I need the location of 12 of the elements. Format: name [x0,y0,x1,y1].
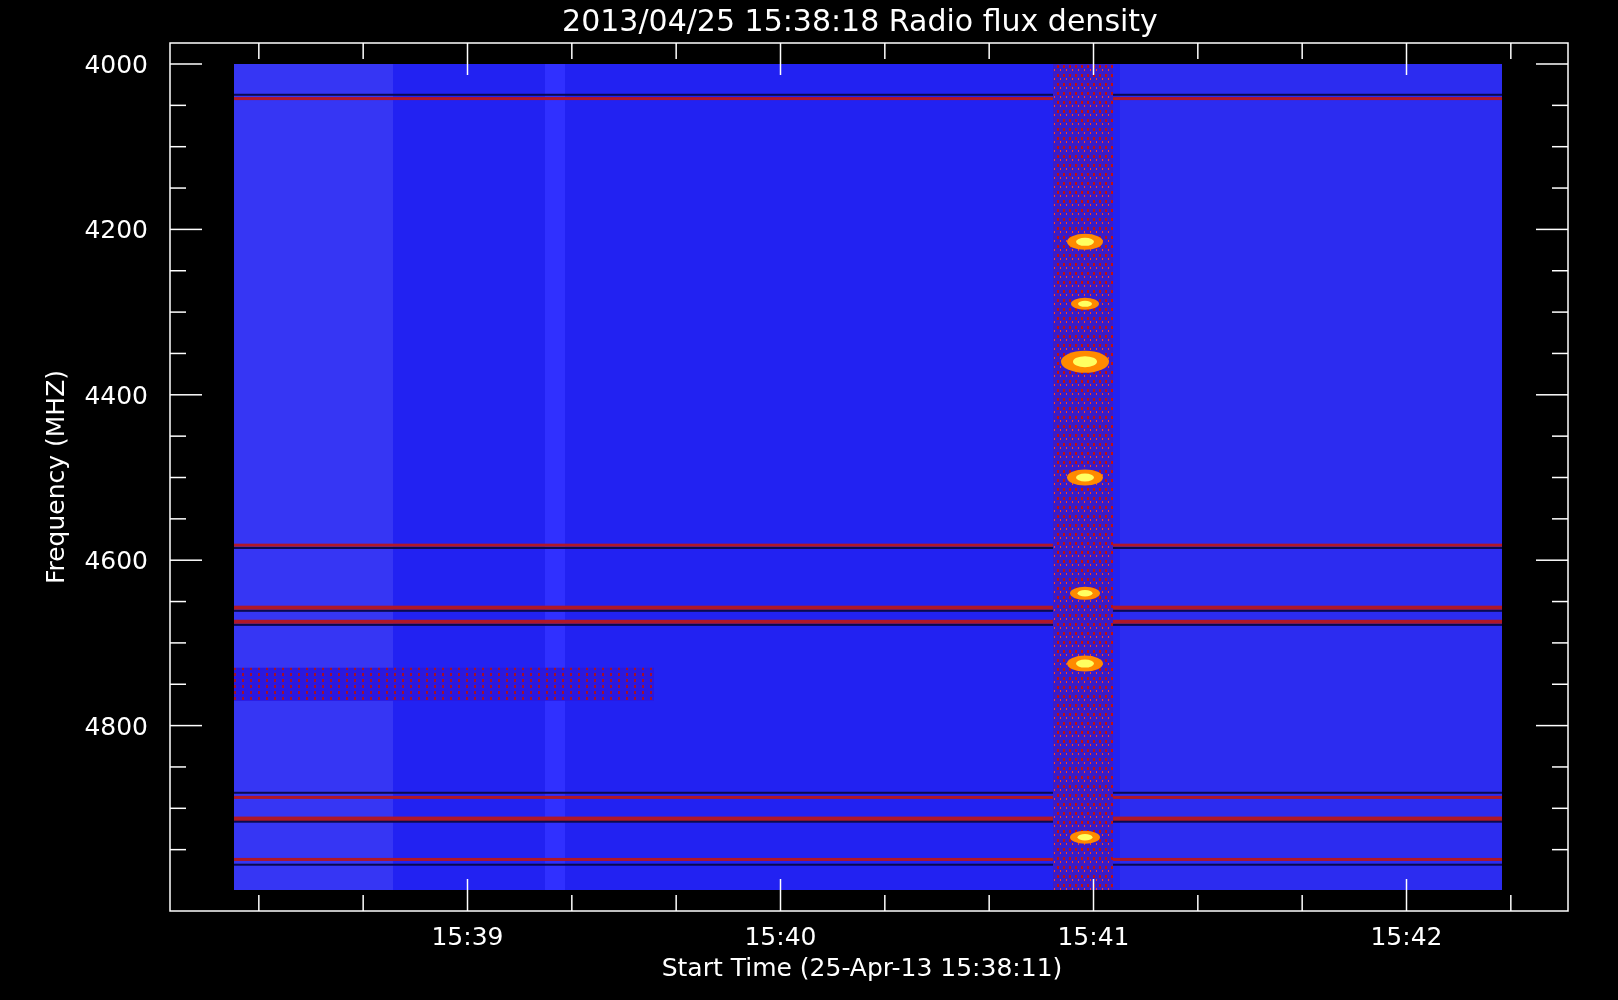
axis-label: Start Time (25-Apr-13 15:38:11) [661,953,1063,982]
tick-label: 15:41 [1057,922,1130,951]
tick-label: 15:42 [1370,922,1443,951]
tick-label: 4600 [84,546,148,576]
axis-label: Frequency (MHZ) [41,369,70,585]
plot-title: 2013/04/25 15:38:18 Radio flux density [562,3,1158,38]
tick-label: 15:40 [744,922,817,951]
tick-label: 4800 [84,711,148,741]
tick-label: 4000 [84,50,148,79]
tick-label: 15:39 [431,922,504,951]
tick-label: 4400 [84,380,148,410]
tick-label: 4200 [84,215,148,245]
